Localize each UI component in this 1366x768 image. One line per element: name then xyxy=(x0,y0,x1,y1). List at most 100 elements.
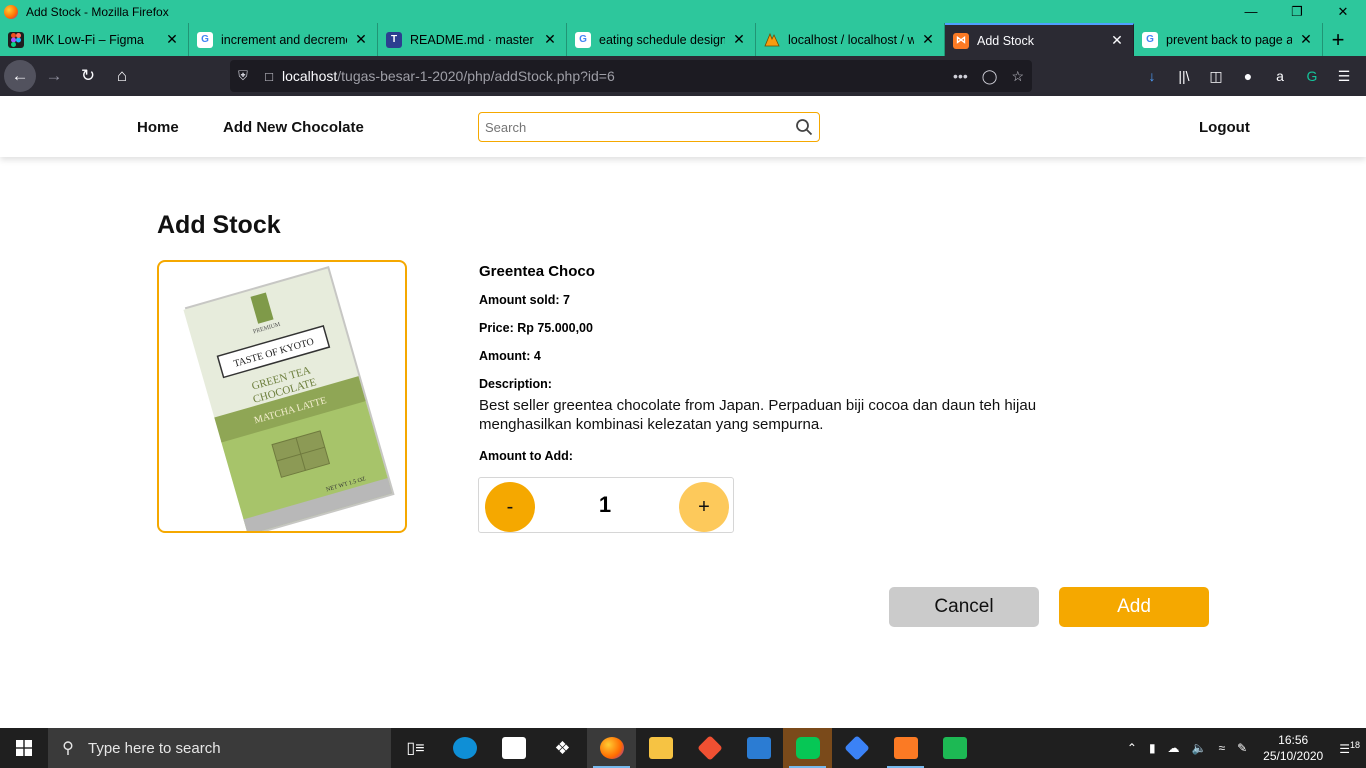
tab-close-icon[interactable]: ✕ xyxy=(164,31,180,48)
wifi-icon[interactable]: ≈ xyxy=(1213,741,1232,755)
increment-button[interactable]: + xyxy=(679,482,729,532)
google-icon: G xyxy=(197,31,213,48)
xampp-taskbar-icon[interactable] xyxy=(881,728,930,768)
amazon-icon[interactable] xyxy=(489,728,538,768)
sourcetree-icon[interactable] xyxy=(832,728,881,768)
app-green-icon[interactable] xyxy=(930,728,979,768)
reader-icon[interactable]: ◫ xyxy=(1200,68,1232,85)
tab-close-icon[interactable]: ✕ xyxy=(353,31,369,48)
bookmark-star-icon[interactable]: ☆ xyxy=(1011,68,1024,85)
figma-icon xyxy=(8,31,24,48)
dropbox-icon[interactable]: ❖ xyxy=(538,728,587,768)
taskbar-apps: ▯≡ ❖ xyxy=(391,728,979,768)
tab-close-icon[interactable]: ✕ xyxy=(920,31,936,48)
battery-icon[interactable]: ▮ xyxy=(1143,741,1162,755)
pen-icon[interactable]: ✎ xyxy=(1231,741,1253,755)
product-name: Greentea Choco xyxy=(479,263,595,280)
file-explorer-icon[interactable] xyxy=(636,728,685,768)
nav-add-new-chocolate-link[interactable]: Add New Chocolate xyxy=(223,119,364,136)
tab-label: IMK Low-Fi – Figma xyxy=(32,32,144,47)
page-icon: □ xyxy=(265,68,273,84)
menu-icon[interactable]: ☰ xyxy=(1328,68,1360,85)
taskbar-search-placeholder: Type here to search xyxy=(88,739,221,757)
task-view-icon[interactable]: ▯≡ xyxy=(391,728,440,768)
tab-figma[interactable]: IMK Low-Fi – Figma ✕ xyxy=(0,23,189,56)
back-button[interactable]: ← xyxy=(4,60,36,92)
tab-close-icon[interactable]: ✕ xyxy=(731,31,747,48)
search-box xyxy=(478,112,820,142)
quantity-stepper: - 1 + xyxy=(478,477,734,533)
window-title: Add Stock - Mozilla Firefox xyxy=(26,4,169,19)
close-icon[interactable]: ✕ xyxy=(1320,0,1366,23)
tab-close-icon[interactable]: ✕ xyxy=(542,31,558,48)
start-button[interactable] xyxy=(0,728,48,768)
logout-link[interactable]: Logout xyxy=(1199,119,1250,136)
clock[interactable]: 16:56 25/10/2020 xyxy=(1253,732,1333,764)
tab-close-icon[interactable]: ✕ xyxy=(1298,31,1314,48)
pocket-icon[interactable]: ◯ xyxy=(982,68,998,85)
home-button[interactable]: ⌂ xyxy=(106,60,138,92)
tab-eating-schedule[interactable]: G eating schedule design ✕ xyxy=(567,23,756,56)
volume-muted-icon[interactable]: 🔈 xyxy=(1186,741,1213,755)
amazon-icon[interactable]: a xyxy=(1264,68,1296,84)
reload-button[interactable]: ↻ xyxy=(72,60,104,92)
notification-count: 18 xyxy=(1349,740,1360,750)
git-icon[interactable] xyxy=(685,728,734,768)
taskbar-search[interactable]: ⚲ Type here to search xyxy=(48,728,391,768)
page-actions-icon[interactable]: ••• xyxy=(953,68,968,85)
browser-toolbar: ← → ↻ ⌂ ⛨ □ localhost/tugas-besar-1-2020… xyxy=(0,56,1366,96)
tab-label: localhost / localhost / w xyxy=(788,32,914,47)
system-tray: ⌃ ▮ ☁ 🔈 ≈ ✎ 16:56 25/10/2020 ☰18 xyxy=(1121,728,1366,768)
tab-label: Add Stock xyxy=(977,33,1034,48)
search-input[interactable] xyxy=(479,119,789,135)
phpmyadmin-icon xyxy=(764,32,780,48)
tab-prevent-back[interactable]: G prevent back to page aft ✕ xyxy=(1134,23,1323,56)
edge-icon[interactable] xyxy=(440,728,489,768)
clock-time: 16:56 xyxy=(1278,733,1309,747)
quantity-value[interactable]: 1 xyxy=(565,492,645,518)
minimize-icon[interactable]: — xyxy=(1228,0,1274,23)
add-button[interactable]: Add xyxy=(1059,587,1209,627)
decrement-button[interactable]: - xyxy=(485,482,535,532)
xampp-icon: ⋈ xyxy=(953,32,969,49)
cloud-icon[interactable]: ☁ xyxy=(1162,741,1186,755)
windows-taskbar: ⚲ Type here to search ▯≡ ❖ ⌃ ▮ ☁ 🔈 ≈ ✎ 1… xyxy=(0,728,1366,768)
tab-label: eating schedule design xyxy=(599,32,725,47)
tab-phpmyadmin[interactable]: localhost / localhost / w ✕ xyxy=(756,23,945,56)
tab-label: README.md · master · IF xyxy=(410,32,536,47)
notification-icon[interactable]: ☰18 xyxy=(1333,740,1366,756)
chevron-up-icon[interactable]: ⌃ xyxy=(1121,741,1143,755)
address-bar[interactable]: ⛨ □ localhost/tugas-besar-1-2020/php/add… xyxy=(230,60,1032,92)
gitlab-icon: T xyxy=(386,31,402,48)
nav-home-link[interactable]: Home xyxy=(137,119,179,136)
tab-close-icon[interactable]: ✕ xyxy=(1109,32,1125,49)
search-icon: ⚲ xyxy=(62,740,74,757)
tab-add-stock[interactable]: ⋈ Add Stock ✕ xyxy=(945,23,1134,56)
firefox-taskbar-icon[interactable] xyxy=(587,728,636,768)
site-header: Home Add New Chocolate Logout xyxy=(0,96,1366,157)
tab-label: increment and decrement xyxy=(221,32,347,47)
grammarly-icon[interactable]: G xyxy=(1296,68,1328,84)
amount-sold: Amount sold: 7 xyxy=(479,293,570,307)
cancel-button[interactable]: Cancel xyxy=(889,587,1039,627)
tab-readme[interactable]: T README.md · master · IF ✕ xyxy=(378,23,567,56)
product-image: TASTE OF KYOTO PREMIUM GREEN TEA CHOCOLA… xyxy=(183,266,395,531)
restore-icon[interactable]: ❐ xyxy=(1274,0,1320,23)
download-icon[interactable]: ↓ xyxy=(1136,68,1168,84)
firefox-icon xyxy=(4,4,18,19)
tab-label: prevent back to page aft xyxy=(1166,32,1292,47)
page-content: Home Add New Chocolate Logout Add Stock … xyxy=(0,96,1366,728)
line-icon[interactable] xyxy=(783,728,832,768)
url-path: /tugas-besar-1-2020/php/addStock.php?id=… xyxy=(337,68,615,84)
tab-increment[interactable]: G increment and decrement ✕ xyxy=(189,23,378,56)
new-tab-button[interactable]: + xyxy=(1323,23,1353,56)
product-price: Price: Rp 75.000,00 xyxy=(479,321,593,335)
account-icon[interactable]: ● xyxy=(1232,68,1264,84)
forward-button[interactable]: → xyxy=(38,60,70,92)
tab-strip: IMK Low-Fi – Figma ✕ G increment and dec… xyxy=(0,23,1366,56)
notepad-icon[interactable] xyxy=(734,728,783,768)
library-icon[interactable]: ||\ xyxy=(1168,68,1200,84)
description-label: Description: xyxy=(479,377,552,391)
search-icon[interactable] xyxy=(789,113,819,141)
shield-icon[interactable]: ⛨ xyxy=(230,68,256,84)
